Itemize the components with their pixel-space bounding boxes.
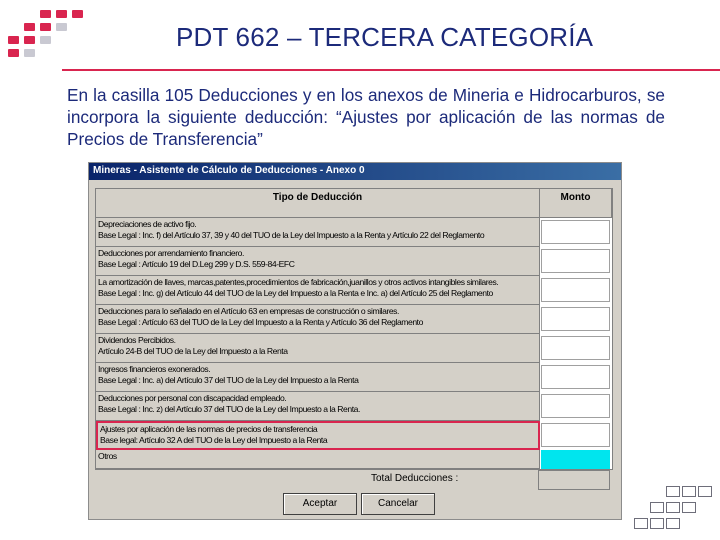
deduction-description-highlighted: Ajustes por aplicación de las normas de …	[96, 421, 540, 450]
monto-input[interactable]	[541, 423, 610, 447]
deduction-description: Deducciones por personal con discapacida…	[96, 392, 540, 421]
monto-input[interactable]	[541, 307, 610, 331]
decorative-squares-logo	[6, 8, 90, 58]
deduction-description: Depreciaciones de activo fijo. Base Lega…	[96, 218, 540, 247]
dialog-titlebar: Mineras - Asistente de Cálculo de Deducc…	[89, 163, 621, 180]
monto-input[interactable]	[541, 394, 610, 418]
deduction-description: Dividendos Percibidos. Artículo 24-B del…	[96, 334, 540, 363]
monto-input[interactable]	[541, 278, 610, 302]
cancel-button[interactable]: Cancelar	[361, 493, 435, 515]
monto-input[interactable]	[541, 336, 610, 360]
deduction-row: La amortización de llaves, marcas,patent…	[96, 276, 612, 305]
deduction-description: Otros	[96, 450, 540, 469]
deduction-description: Deducciones por arrendamiento financiero…	[96, 247, 540, 276]
slide-body-text: En la casilla 105 Deducciones y en los a…	[67, 85, 665, 149]
deduction-description: Deducciones para lo señalado en el Artíc…	[96, 305, 540, 334]
deduction-row: Deducciones para lo señalado en el Artíc…	[96, 305, 612, 334]
deduction-row-transfer-pricing: Ajustes por aplicación de las normas de …	[96, 421, 612, 450]
title-divider	[62, 69, 720, 71]
monto-input[interactable]	[541, 365, 610, 389]
decorative-squares-footer	[626, 484, 720, 540]
monto-input[interactable]	[541, 220, 610, 244]
deduction-row: Ingresos financieros exonerados. Base Le…	[96, 363, 612, 392]
deduction-row: Deducciones por personal con discapacida…	[96, 392, 612, 421]
deduction-row: Deducciones por arrendamiento financiero…	[96, 247, 612, 276]
slide-title: PDT 662 – TERCERA CATEGORÍA	[176, 22, 594, 52]
deduction-row: Depreciaciones de activo fijo. Base Lega…	[96, 218, 612, 247]
column-header-tipo: Tipo de Deducción	[96, 189, 540, 218]
deduction-row-otros: Otros	[96, 450, 612, 469]
deductions-grid: Tipo de Deducción Monto Depreciaciones d…	[95, 188, 613, 470]
monto-input-active[interactable]	[541, 450, 610, 469]
deduction-row: Dividendos Percibidos. Artículo 24-B del…	[96, 334, 612, 363]
total-deductions-value	[538, 470, 610, 490]
deduction-description: La amortización de llaves, marcas,patent…	[96, 276, 540, 305]
dialog-title: Mineras - Asistente de Cálculo de Deducc…	[93, 165, 365, 176]
accept-button[interactable]: Aceptar	[283, 493, 357, 515]
total-deductions-label: Total Deducciones :	[371, 473, 459, 484]
deduction-description: Ingresos financieros exonerados. Base Le…	[96, 363, 540, 392]
monto-input[interactable]	[541, 249, 610, 273]
column-header-monto: Monto	[540, 189, 612, 218]
deductions-dialog: Mineras - Asistente de Cálculo de Deducc…	[88, 162, 622, 520]
